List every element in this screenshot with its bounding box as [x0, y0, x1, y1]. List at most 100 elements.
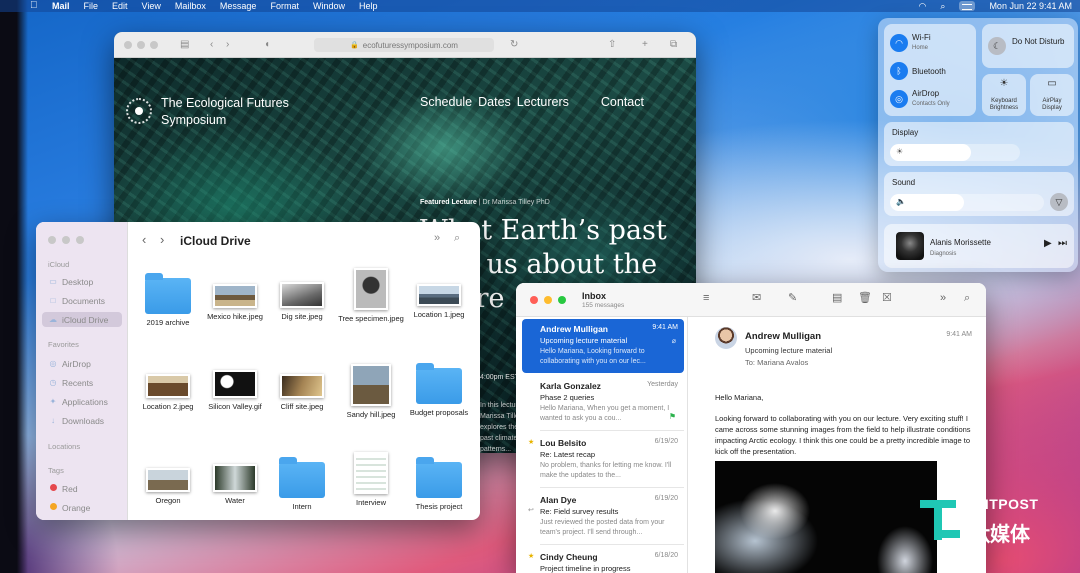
file-item[interactable]: Sandy hill.jpeg: [336, 364, 406, 420]
more-icon[interactable]: »: [940, 291, 946, 305]
archive-icon[interactable]: ▤: [832, 291, 842, 305]
new-tab-icon[interactable]: +: [642, 38, 648, 52]
reader-sender[interactable]: Andrew Mulligan: [745, 331, 821, 342]
wifi-icon[interactable]: ◠: [890, 34, 908, 52]
menu-file[interactable]: File: [84, 0, 99, 12]
menu-extras: ◠ ⌕ Mon Jun 22 9:41 AM: [919, 0, 1072, 12]
zoom-button[interactable]: [76, 236, 84, 244]
recipient-name[interactable]: Mariana Avalos: [757, 358, 808, 367]
sound-label: Sound: [892, 178, 916, 187]
tab-overview-icon[interactable]: ⧉: [670, 38, 677, 52]
file-item[interactable]: Mexico hike.jpeg: [200, 274, 270, 322]
junk-icon[interactable]: ☒: [882, 291, 892, 305]
menu-app-name[interactable]: Mail: [52, 0, 70, 12]
file-item[interactable]: Interview: [336, 452, 406, 508]
file-item[interactable]: Tree specimen.jpeg: [336, 268, 406, 324]
forward-icon[interactable]: ›: [160, 232, 164, 247]
nav-lecturers[interactable]: Lecturers: [517, 95, 569, 109]
next-track-icon[interactable]: ⏭: [1058, 239, 1067, 249]
sidebar-item-icloud-drive[interactable]: ☁ iCloud Drive: [42, 312, 122, 327]
nav-schedule[interactable]: Schedule: [420, 95, 472, 109]
close-button[interactable]: [530, 296, 538, 304]
file-item[interactable]: Thesis project: [404, 457, 474, 512]
zoom-button[interactable]: [558, 296, 566, 304]
nav-contact[interactable]: Contact: [601, 95, 644, 109]
forward-icon[interactable]: ›: [226, 38, 229, 52]
sidebar-item-airdrop[interactable]: ◎ AirDrop: [48, 356, 122, 371]
sidebar-toggle-icon[interactable]: ▤: [180, 38, 189, 52]
spotlight-icon[interactable]: ⌕: [940, 0, 945, 12]
display-slider[interactable]: ☀: [890, 144, 1020, 161]
reload-icon[interactable]: ↻: [510, 38, 518, 52]
message-item[interactable]: ↩ Alan Dye 6/19/20 Re: Field survey resu…: [522, 490, 684, 544]
minimize-button[interactable]: [62, 236, 70, 244]
sidebar-item-recents[interactable]: ◷ Recents: [48, 375, 122, 390]
file-item[interactable]: Water: [200, 458, 270, 506]
file-item[interactable]: Silicon Valley.gif: [200, 364, 270, 412]
wifi-status-icon[interactable]: ◠: [919, 0, 927, 12]
file-item[interactable]: Budget proposals: [404, 363, 474, 418]
airplay-audio-icon[interactable]: ▽: [1050, 193, 1068, 211]
play-icon[interactable]: ▶: [1044, 239, 1052, 249]
menu-clock[interactable]: Mon Jun 22 9:41 AM: [989, 0, 1072, 12]
nav-dates[interactable]: Dates: [478, 95, 511, 109]
close-button[interactable]: [124, 41, 132, 49]
sidebar-tag-orange[interactable]: Orange: [48, 500, 122, 515]
minimize-button[interactable]: [544, 296, 552, 304]
message-item[interactable]: ★ Cindy Cheung 6/18/20 Project timeline …: [522, 547, 684, 573]
message-item[interactable]: ★ Lou Belsito 6/19/20 Re: Latest recap N…: [522, 433, 684, 487]
share-icon[interactable]: ⇧: [608, 38, 616, 52]
download-icon: ↓: [51, 416, 55, 425]
message-item-selected[interactable]: Andrew Mulligan 9:41 AM Upcoming lecture…: [522, 319, 684, 373]
site-title[interactable]: The Ecological Futures Symposium: [161, 95, 301, 129]
sound-slider[interactable]: 🔈: [890, 194, 1044, 211]
menu-view[interactable]: View: [142, 0, 161, 12]
menu-help[interactable]: Help: [359, 0, 378, 12]
sender-avatar[interactable]: [715, 327, 737, 349]
sidebar-tag-red[interactable]: Red: [48, 481, 122, 496]
compose-mail-icon[interactable]: ✉: [752, 291, 761, 305]
file-item[interactable]: Dig site.jpeg: [267, 274, 337, 322]
search-icon[interactable]: ⌕: [964, 291, 970, 305]
address-bar[interactable]: 🔒 ecofuturessymposium.com: [314, 38, 494, 52]
back-icon[interactable]: ‹: [142, 232, 146, 247]
file-item[interactable]: Location 1.jpeg: [404, 274, 474, 320]
close-button[interactable]: [48, 236, 56, 244]
file-item[interactable]: Oregon: [133, 458, 203, 506]
menu-mailbox[interactable]: Mailbox: [175, 0, 206, 12]
bluetooth-icon[interactable]: ᛒ: [890, 62, 908, 80]
new-message-icon[interactable]: ✎: [788, 291, 797, 305]
filter-icon[interactable]: ≡: [703, 291, 709, 305]
back-icon[interactable]: ‹: [210, 38, 213, 52]
search-icon[interactable]: ⌕: [454, 232, 460, 245]
sidebar-item-desktop[interactable]: ▭ Desktop: [48, 274, 122, 289]
file-item[interactable]: Location 2.jpeg: [133, 364, 203, 412]
trash-icon[interactable]: 🗑: [858, 291, 872, 305]
minimize-button[interactable]: [137, 41, 145, 49]
zoom-button[interactable]: [150, 41, 158, 49]
keyboard-brightness-tile[interactable]: ☀ Keyboard Brightness: [982, 74, 1026, 116]
flag-icon[interactable]: ⚑: [669, 412, 676, 421]
privacy-shield-icon[interactable]: ◖: [264, 38, 270, 52]
file-item[interactable]: Intern: [267, 457, 337, 512]
airplay-display-tile[interactable]: ▭ AirPlay Display: [1030, 74, 1074, 116]
sidebar-item-documents[interactable]: □ Documents: [48, 293, 122, 308]
menu-message[interactable]: Message: [220, 0, 257, 12]
arctic-ice-image[interactable]: [715, 461, 937, 573]
file-item[interactable]: Cliff site.jpeg: [267, 364, 337, 412]
menu-window[interactable]: Window: [313, 0, 345, 12]
menu-edit[interactable]: Edit: [112, 0, 128, 12]
apple-menu-icon[interactable]: : [30, 0, 38, 12]
album-art[interactable]: [896, 232, 924, 260]
menu-format[interactable]: Format: [270, 0, 299, 12]
message-item[interactable]: Karla Gonzalez Yesterday Phase 2 queries…: [522, 376, 684, 430]
file-item[interactable]: 2019 archive: [133, 273, 203, 328]
dnd-tile[interactable]: ☾ Do Not Disturb: [982, 24, 1074, 68]
sidebar-item-applications[interactable]: ✦ Applications: [48, 394, 122, 409]
sidebar-item-downloads[interactable]: ↓ Downloads: [48, 413, 122, 428]
sidebar-item-label: Documents: [62, 295, 105, 306]
more-icon[interactable]: »: [434, 232, 440, 244]
airdrop-icon[interactable]: ◎: [890, 90, 908, 108]
control-center-icon[interactable]: [959, 1, 976, 11]
symposium-logo-icon[interactable]: [126, 98, 152, 124]
